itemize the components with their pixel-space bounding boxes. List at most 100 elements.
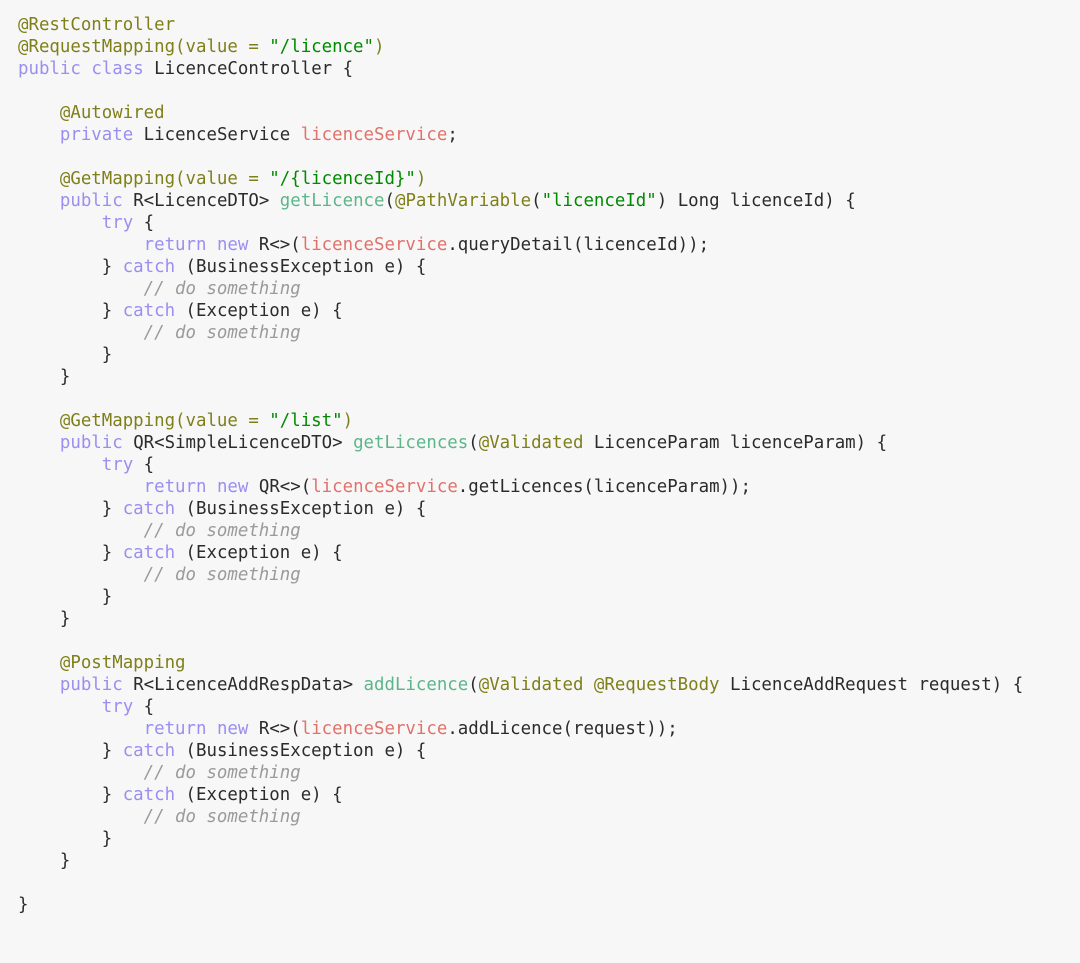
code-token-cmt: // do something: [18, 323, 301, 343]
code-line: public QR<SimpleLicenceDTO> getLicences(…: [18, 432, 1080, 454]
code-token-kw: private: [59, 125, 134, 145]
code-token-kw: catch: [122, 499, 176, 519]
code-token-plain: }: [18, 829, 113, 849]
code-line: @GetMapping(value = "/{licenceId}"): [18, 168, 1080, 190]
code-token-anno: @RestController: [18, 15, 176, 35]
code-token-kw: catch: [122, 257, 176, 277]
code-line: @Autowired: [18, 102, 1080, 124]
code-token-str: "/list": [269, 411, 343, 431]
code-token-kw: try: [101, 455, 134, 475]
code-token-anno: @Validated: [478, 433, 584, 453]
code-token-kw: class: [91, 59, 144, 79]
code-token-kw: return: [143, 477, 207, 497]
code-line: @PostMapping: [18, 652, 1080, 674]
code-token-anno: @PostMapping: [18, 653, 186, 673]
code-token-kw: public: [59, 433, 123, 453]
code-token-plain: LicenceService: [133, 125, 301, 145]
code-token-field: licenceService: [300, 125, 448, 145]
code-line: try {: [18, 696, 1080, 718]
code-line: }: [18, 366, 1080, 388]
code-token-plain: QR<>(: [248, 477, 312, 497]
code-token-plain: R<LicenceAddRespData>: [122, 675, 364, 695]
code-token-kw: public: [59, 191, 123, 211]
code-line: @GetMapping(value = "/list"): [18, 410, 1080, 432]
code-line: return new R<>(licenceService.queryDetai…: [18, 234, 1080, 256]
code-token-cmt: // do something: [18, 279, 301, 299]
code-token-decl: getLicence: [279, 191, 385, 211]
code-token-decl: addLicence: [363, 675, 469, 695]
code-token-plain: ;: [447, 125, 458, 145]
code-line: }: [18, 586, 1080, 608]
code-line: try {: [18, 212, 1080, 234]
code-token-cmt: // do something: [18, 521, 301, 541]
code-token-kw: try: [101, 213, 134, 233]
code-line: try {: [18, 454, 1080, 476]
code-viewer[interactable]: @RestController @RequestMapping(value = "…: [0, 0, 1080, 916]
code-token-plain: .addLicence(request));: [447, 719, 678, 739]
code-token-cmt: // do something: [18, 565, 301, 585]
code-token-field: licenceService: [300, 719, 448, 739]
code-token-plain: {: [133, 213, 155, 233]
code-line: // do something: [18, 806, 1080, 828]
code-line: public class LicenceController {: [18, 58, 1080, 80]
code-line: }: [18, 344, 1080, 366]
code-token-plain: }: [18, 785, 123, 805]
code-token-str: "/licence": [269, 37, 374, 57]
code-token-plain: }: [18, 301, 123, 321]
code-line: // do something: [18, 564, 1080, 586]
code-line: private LicenceService licenceService;: [18, 124, 1080, 146]
code-token-plain: }: [18, 587, 113, 607]
code-token-anno: @GetMapping(value =: [18, 169, 270, 189]
code-line: }: [18, 850, 1080, 872]
code-token-plain: (Exception e) {: [175, 785, 343, 805]
code-token-plain: }: [18, 609, 71, 629]
code-token-kw: return: [143, 235, 207, 255]
code-line: // do something: [18, 322, 1080, 344]
code-token-plain: (: [468, 433, 479, 453]
code-token-plain: }: [18, 345, 113, 365]
code-token-plain: }: [18, 895, 29, 915]
code-token-kw: catch: [122, 741, 176, 761]
code-line: } catch (BusinessException e) {: [18, 498, 1080, 520]
code-token-plain: .queryDetail(licenceId));: [447, 235, 710, 255]
code-line: return new QR<>(licenceService.getLicenc…: [18, 476, 1080, 498]
code-line: public R<LicenceAddRespData> addLicence(…: [18, 674, 1080, 696]
code-token-kw: new: [216, 719, 249, 739]
code-line: @RequestMapping(value = "/licence"): [18, 36, 1080, 58]
code-line: }: [18, 894, 1080, 916]
code-token-plain: }: [18, 257, 123, 277]
code-line: // do something: [18, 762, 1080, 784]
code-token-plain: (: [468, 675, 479, 695]
code-token-plain: R<LicenceDTO>: [122, 191, 280, 211]
code-token-plain: (BusinessException e) {: [175, 257, 427, 277]
code-token-decl: getLicences: [353, 433, 469, 453]
code-line: } catch (Exception e) {: [18, 542, 1080, 564]
code-token-str: "/{licenceId}": [269, 169, 416, 189]
code-token-plain: }: [18, 499, 123, 519]
code-token-plain: LicenceController {: [143, 59, 354, 79]
code-line: } catch (Exception e) {: [18, 300, 1080, 322]
code-token-plain: LicenceParam licenceParam) {: [583, 433, 888, 453]
code-token-plain: .getLicences(licenceParam));: [457, 477, 751, 497]
code-line: @RestController: [18, 14, 1080, 36]
code-token-plain: R<>(: [248, 235, 301, 255]
code-token-plain: R<>(: [248, 719, 301, 739]
code-token-plain: QR<SimpleLicenceDTO>: [122, 433, 354, 453]
code-token-kw: new: [216, 477, 249, 497]
code-line: } catch (BusinessException e) {: [18, 256, 1080, 278]
code-token-cmt: // do something: [18, 807, 301, 827]
